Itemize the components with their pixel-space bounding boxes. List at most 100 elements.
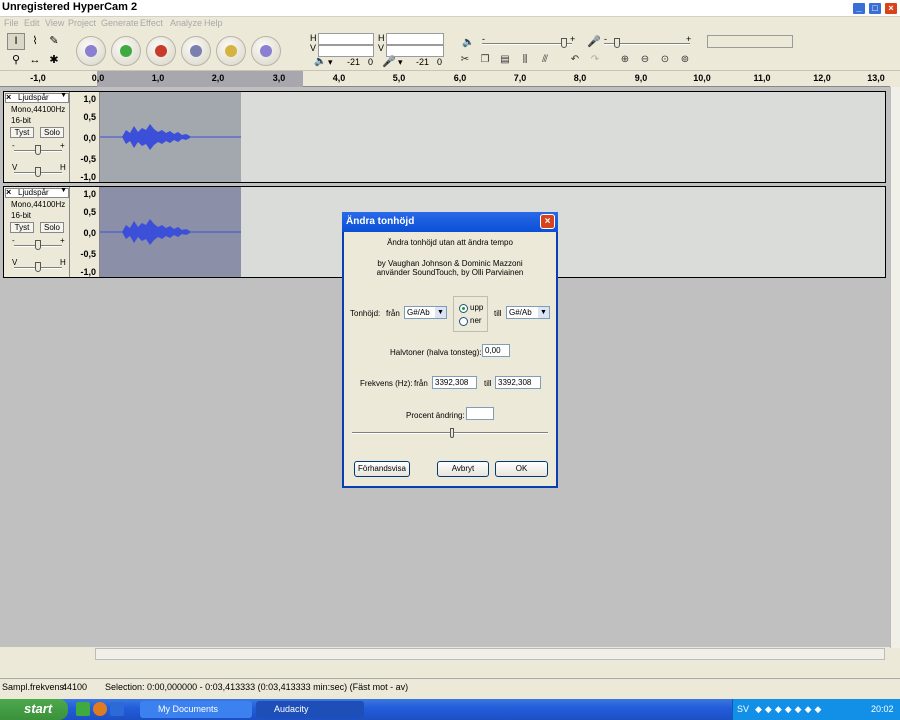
direction-group: upp ner [453,296,488,332]
ok-button[interactable]: OK [495,461,548,477]
menu-edit[interactable]: Edit [24,18,40,28]
word-icon[interactable] [110,702,124,716]
zoom-tool-icon[interactable]: ⚲ [7,52,25,69]
gain-slider-thumb[interactable] [35,145,41,155]
draw-tool-icon[interactable]: ✎ [45,33,63,50]
playback-volume-icon: 🔈 [462,37,475,48]
solo-button[interactable]: Solo [40,222,64,233]
record-button[interactable] [146,36,176,66]
skip-start-button[interactable] [76,36,106,66]
mute-button[interactable]: Tyst [10,222,34,233]
menu-analyze[interactable]: Analyze [170,18,202,28]
menu-generate[interactable]: Generate [101,18,139,28]
playback-volume-thumb[interactable] [561,38,567,48]
audio-track[interactable]: Ljudspår × ▼ Mono,44100Hz 16-bit Tyst So… [3,91,886,183]
start-label: start [24,701,53,716]
track-control-panel: Ljudspår × ▼ Mono,44100Hz 16-bit Tyst So… [4,187,70,277]
language-indicator[interactable]: SV [737,704,749,714]
zoom-out-icon[interactable]: ⊖ [636,53,654,69]
browser-icon[interactable] [93,702,107,716]
playback-plus: + [570,34,576,44]
pan-left-label: V [12,163,18,172]
stop-button[interactable] [216,36,246,66]
pause-button[interactable] [181,36,211,66]
vertical-scrollbar[interactable] [890,87,900,648]
fit-project-icon[interactable]: ⊚ [676,53,694,69]
pitch-from-select[interactable]: G#/Ab ▼ [404,306,447,319]
taskbar: start My Documents Audacity SV ◆◆◆◆◆◆◆ 2… [0,699,900,720]
preview-button[interactable]: Förhandsvisa [354,461,410,477]
copy-icon[interactable]: ❐ [476,53,494,69]
device-select[interactable] [707,35,793,48]
task-my-documents[interactable]: My Documents [140,701,252,718]
sample-rate-value[interactable]: 44100 [62,682,87,692]
skip-end-button[interactable] [251,36,281,66]
waveform-selection[interactable] [100,92,241,182]
input-level-arrow-icon[interactable]: ▾ [398,57,403,68]
cancel-button[interactable]: Avbryt [437,461,489,477]
silence-icon[interactable]: ⫻ [536,53,554,69]
solo-button[interactable]: Solo [40,127,64,138]
microphone-icon: 🎤 [382,56,396,68]
frequency-label: Frekvens (Hz): [360,379,413,388]
maximize-button[interactable]: □ [868,2,882,15]
percent-change-slider-thumb[interactable] [450,428,454,438]
play-button[interactable] [111,36,141,66]
record-icon [155,45,167,57]
semitones-input[interactable]: 0,00 [482,344,510,357]
horizontal-scrollbar[interactable] [95,648,885,660]
waveform-selection[interactable] [100,187,241,277]
playback-volume-slider[interactable] [482,43,572,45]
selection-tool-icon[interactable]: I [7,33,25,50]
pan-slider-thumb[interactable] [35,167,41,177]
envelope-tool-icon[interactable]: ⌇ [26,33,44,50]
zoom-in-icon[interactable]: ⊕ [616,53,634,69]
menu-file[interactable]: File [4,18,19,28]
menu-view[interactable]: View [45,18,64,28]
menu-project[interactable]: Project [68,18,96,28]
paste-icon[interactable]: ▤ [496,53,514,69]
ruler-tick: 0,0 [91,73,105,83]
status-bar: Sampl.frekvens: 44100 Selection: 0:00,00… [0,678,900,695]
fit-selection-icon[interactable]: ⊙ [656,53,674,69]
task-audacity[interactable]: Audacity [256,701,364,718]
track-menu-arrow-icon[interactable]: ▼ [60,187,67,194]
percent-change-input[interactable] [466,407,494,420]
dialog-title-bar[interactable]: Ändra tonhöjd × [342,212,558,232]
ruler-tick: -1,0 [30,73,46,83]
undo-icon[interactable]: ↶ [566,53,584,69]
gain-slider-thumb[interactable] [35,240,41,250]
menu-help[interactable]: Help [204,18,223,28]
ruler-tick: 8,0 [573,73,587,83]
multi-tool-icon[interactable]: ✱ [45,52,63,69]
ruler-tick: 5,0 [392,73,406,83]
timeshift-tool-icon[interactable]: ↔ [26,52,44,69]
dialog-subtitle: Ändra tonhöjd utan att ändra tempo [387,238,513,247]
frequency-from-input[interactable]: 3392,308 [432,376,477,389]
pitch-to-select[interactable]: G#/Ab ▼ [506,306,550,319]
down-radio[interactable] [459,317,468,326]
quicklaunch-icon[interactable] [76,702,90,716]
pan-slider-thumb[interactable] [35,262,41,272]
cut-icon[interactable]: ✂ [456,53,474,69]
close-button[interactable]: × [884,2,898,15]
ruler-tick: 11,0 [753,73,771,83]
start-button[interactable]: start [0,699,68,720]
mute-button[interactable]: Tyst [10,127,34,138]
redo-icon[interactable]: ↷ [586,53,604,69]
trim-icon[interactable]: ⫼ [516,53,534,69]
output-level-arrow-icon[interactable]: ▾ [328,57,333,68]
up-radio[interactable] [459,304,468,313]
skip-end-icon [260,45,272,57]
close-track-icon[interactable]: × [6,92,11,102]
track-menu-arrow-icon[interactable]: ▼ [60,92,67,99]
timeline-ruler[interactable]: -1,0 0,0 1,0 2,0 3,0 4,0 5,0 6,0 7,0 8,0… [0,71,890,87]
minimize-button[interactable]: _ [852,2,866,15]
frequency-to-input[interactable]: 3392,308 [495,376,541,389]
change-pitch-dialog: Ändra tonhöjd × Ändra tonhöjd utan att ä… [342,212,558,488]
dialog-close-icon[interactable]: × [540,214,555,229]
record-volume-thumb[interactable] [614,38,620,48]
menu-effect[interactable]: Effect [140,18,163,28]
tray-icons[interactable]: ◆◆◆◆◆◆◆ [755,704,865,715]
close-track-icon[interactable]: × [6,187,11,197]
